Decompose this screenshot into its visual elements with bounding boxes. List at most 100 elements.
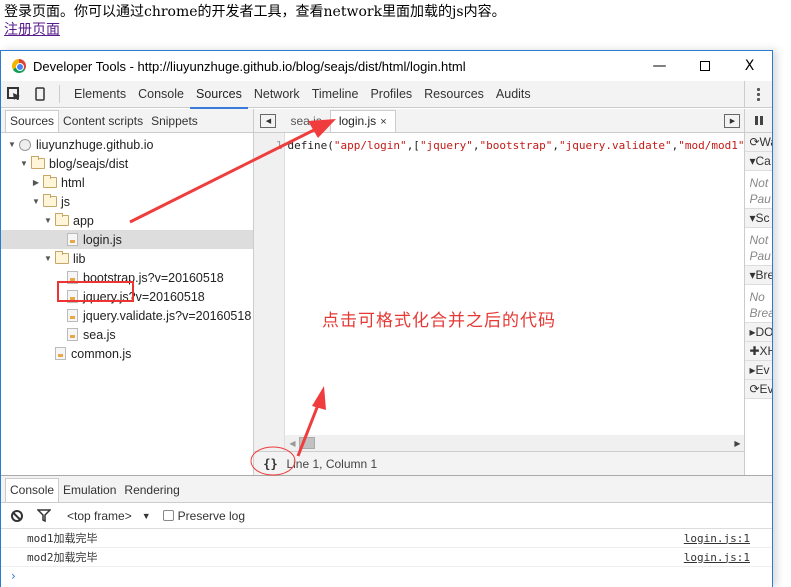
- xhr-breakpoints-section[interactable]: ✚XH: [745, 342, 772, 361]
- maximize-icon: [699, 61, 710, 71]
- folder-icon: [55, 251, 69, 264]
- window-title: Developer Tools - http://liuyunzhuge.git…: [33, 58, 466, 74]
- tree-label: bootstrap.js?v=20160518: [83, 270, 224, 285]
- watch-section[interactable]: ⟳Wa: [745, 133, 772, 152]
- toggle-navigator-button[interactable]: ◀: [260, 114, 277, 128]
- console-message: mod2加载完毕 login.js:1: [1, 548, 772, 567]
- expanded-arrow-icon: ▼: [32, 197, 40, 206]
- expanded-arrow-icon: ▼: [44, 254, 52, 263]
- js-file-icon: [67, 233, 78, 246]
- folder-icon: [55, 213, 69, 226]
- console-drawer: Console Emulation Rendering <top frame> …: [1, 475, 772, 587]
- tree-node-file[interactable]: sea.js: [1, 325, 253, 344]
- clear-console-icon[interactable]: [11, 509, 23, 522]
- console-prompt[interactable]: ›: [1, 567, 772, 585]
- event-listener-breakpoints-section[interactable]: ▸Ev: [745, 361, 772, 380]
- tab-elements[interactable]: Elements: [68, 81, 132, 108]
- pause-icon: [754, 116, 763, 125]
- tree-node-file-selected[interactable]: login.js: [1, 230, 254, 249]
- tree-label: login.js: [83, 232, 122, 247]
- register-page-link[interactable]: 注册页面: [4, 21, 60, 39]
- nav-tab-content-scripts[interactable]: Content scripts: [59, 111, 147, 132]
- globe-icon: [19, 138, 31, 151]
- expanded-arrow-icon: ▼: [44, 216, 52, 225]
- tree-node-file[interactable]: jquery.validate.js?v=20160518: [1, 306, 253, 325]
- inspect-icon: [7, 87, 20, 100]
- code-line: define("app/login",["jquery","bootstrap"…: [287, 139, 745, 152]
- nav-tab-sources[interactable]: Sources: [5, 110, 60, 132]
- tree-node-folder[interactable]: ▼ app: [1, 211, 253, 230]
- js-file-icon: [67, 309, 78, 322]
- editor-tab-sea-js[interactable]: sea.js: [282, 111, 329, 132]
- scroll-left-icon[interactable]: ◀: [285, 439, 299, 448]
- drawer-tab-rendering[interactable]: Rendering: [120, 479, 183, 502]
- editor-tab-label: login.js: [338, 114, 377, 128]
- tree-label: jquery.validate.js?v=20160518: [83, 308, 252, 323]
- js-file-icon: [67, 290, 78, 303]
- tree-label: js: [61, 194, 71, 209]
- pretty-print-button[interactable]: {}: [254, 457, 286, 471]
- nav-tab-snippets[interactable]: Snippets: [147, 111, 202, 132]
- folder-icon: [43, 194, 57, 207]
- close-button[interactable]: X: [727, 51, 772, 81]
- call-stack-section[interactable]: ▾Ca: [745, 152, 772, 171]
- toolbar-divider: [59, 85, 60, 103]
- close-tab-icon[interactable]: ×: [380, 116, 386, 128]
- tab-console[interactable]: Console: [132, 81, 190, 108]
- preserve-log-checkbox[interactable]: [162, 510, 174, 521]
- pause-button[interactable]: [745, 109, 772, 133]
- tree-node-folder[interactable]: ▼ lib: [1, 249, 253, 268]
- page-description: 登录页面。你可以通过chrome的开发者工具，查看network里面加载的js内…: [4, 4, 506, 20]
- horizontal-scrollbar[interactable]: ◀ ▶: [285, 435, 745, 451]
- tab-sources[interactable]: Sources: [189, 81, 248, 109]
- tree-node-file[interactable]: jquery.js?v=20160518: [1, 287, 253, 306]
- tab-network[interactable]: Network: [248, 81, 306, 108]
- maximize-button[interactable]: [682, 51, 727, 81]
- breakpoints-section[interactable]: ▾Bre: [745, 266, 772, 285]
- tree-node-folder[interactable]: ▼ js: [1, 192, 253, 211]
- message-source-link[interactable]: login.js:1: [684, 551, 750, 564]
- dom-breakpoints-section[interactable]: ▸DO: [745, 323, 772, 342]
- tab-profiles[interactable]: Profiles: [364, 81, 418, 108]
- editor-panel: ◀ sea.js login.js × ▶ 1 define("app/login…: [254, 109, 746, 475]
- tree-label: html: [61, 175, 85, 190]
- editor-tab-login-js[interactable]: login.js ×: [329, 110, 396, 132]
- tree-node-folder[interactable]: ▶ html: [1, 173, 253, 192]
- tab-audits[interactable]: Audits: [490, 81, 537, 108]
- scroll-right-icon[interactable]: ▶: [730, 439, 744, 448]
- tree-node-domain[interactable]: ▼ liuyunzhuge.github.io: [1, 135, 253, 154]
- chrome-logo-icon: [12, 59, 26, 73]
- event-listeners-section[interactable]: ⟳Ev: [745, 380, 772, 399]
- tab-timeline[interactable]: Timeline: [306, 81, 365, 108]
- drawer-tab-console[interactable]: Console: [5, 478, 60, 502]
- drawer-tab-emulation[interactable]: Emulation: [59, 479, 120, 502]
- annotation-text: 点击可格式化合并之后的代码: [322, 311, 556, 331]
- js-file-icon: [67, 271, 78, 284]
- tab-resources[interactable]: Resources: [418, 81, 490, 108]
- scope-section[interactable]: ▾Sc: [745, 209, 772, 228]
- editor-status-bar: {} Line 1, Column 1: [254, 451, 745, 475]
- inspect-element-button[interactable]: [1, 81, 27, 107]
- tree-label: lib: [73, 251, 86, 266]
- tree-node-file[interactable]: bootstrap.js?v=20160518: [1, 268, 253, 287]
- more-menu-button[interactable]: [744, 81, 772, 108]
- toggle-debugger-button[interactable]: ▶: [724, 114, 741, 128]
- js-file-icon: [67, 328, 78, 341]
- minimize-button[interactable]: —: [637, 51, 682, 81]
- code-editor[interactable]: 1 define("app/login",["jquery","bootstra…: [254, 133, 745, 451]
- message-source-link[interactable]: login.js:1: [684, 532, 750, 545]
- navigator-panel: Sources Content scripts Snippets ▼ liuyun…: [1, 109, 255, 475]
- device-mode-button[interactable]: [27, 81, 53, 107]
- tree-label: liuyunzhuge.github.io: [36, 137, 154, 152]
- filter-icon[interactable]: [37, 509, 51, 522]
- line-number: 1: [254, 133, 286, 451]
- tree-node-folder[interactable]: ▼ blog/seajs/dist: [1, 154, 253, 173]
- frame-selector[interactable]: <top frame>: [67, 509, 132, 523]
- js-file-icon: [55, 347, 66, 360]
- dropdown-arrow-icon[interactable]: ▼: [142, 511, 151, 521]
- tree-label: blog/seajs/dist: [49, 156, 129, 171]
- device-icon: [35, 87, 45, 101]
- tree-node-file[interactable]: common.js: [1, 344, 253, 363]
- scrollbar-thumb[interactable]: [299, 437, 316, 449]
- expanded-arrow-icon: ▼: [20, 159, 28, 168]
